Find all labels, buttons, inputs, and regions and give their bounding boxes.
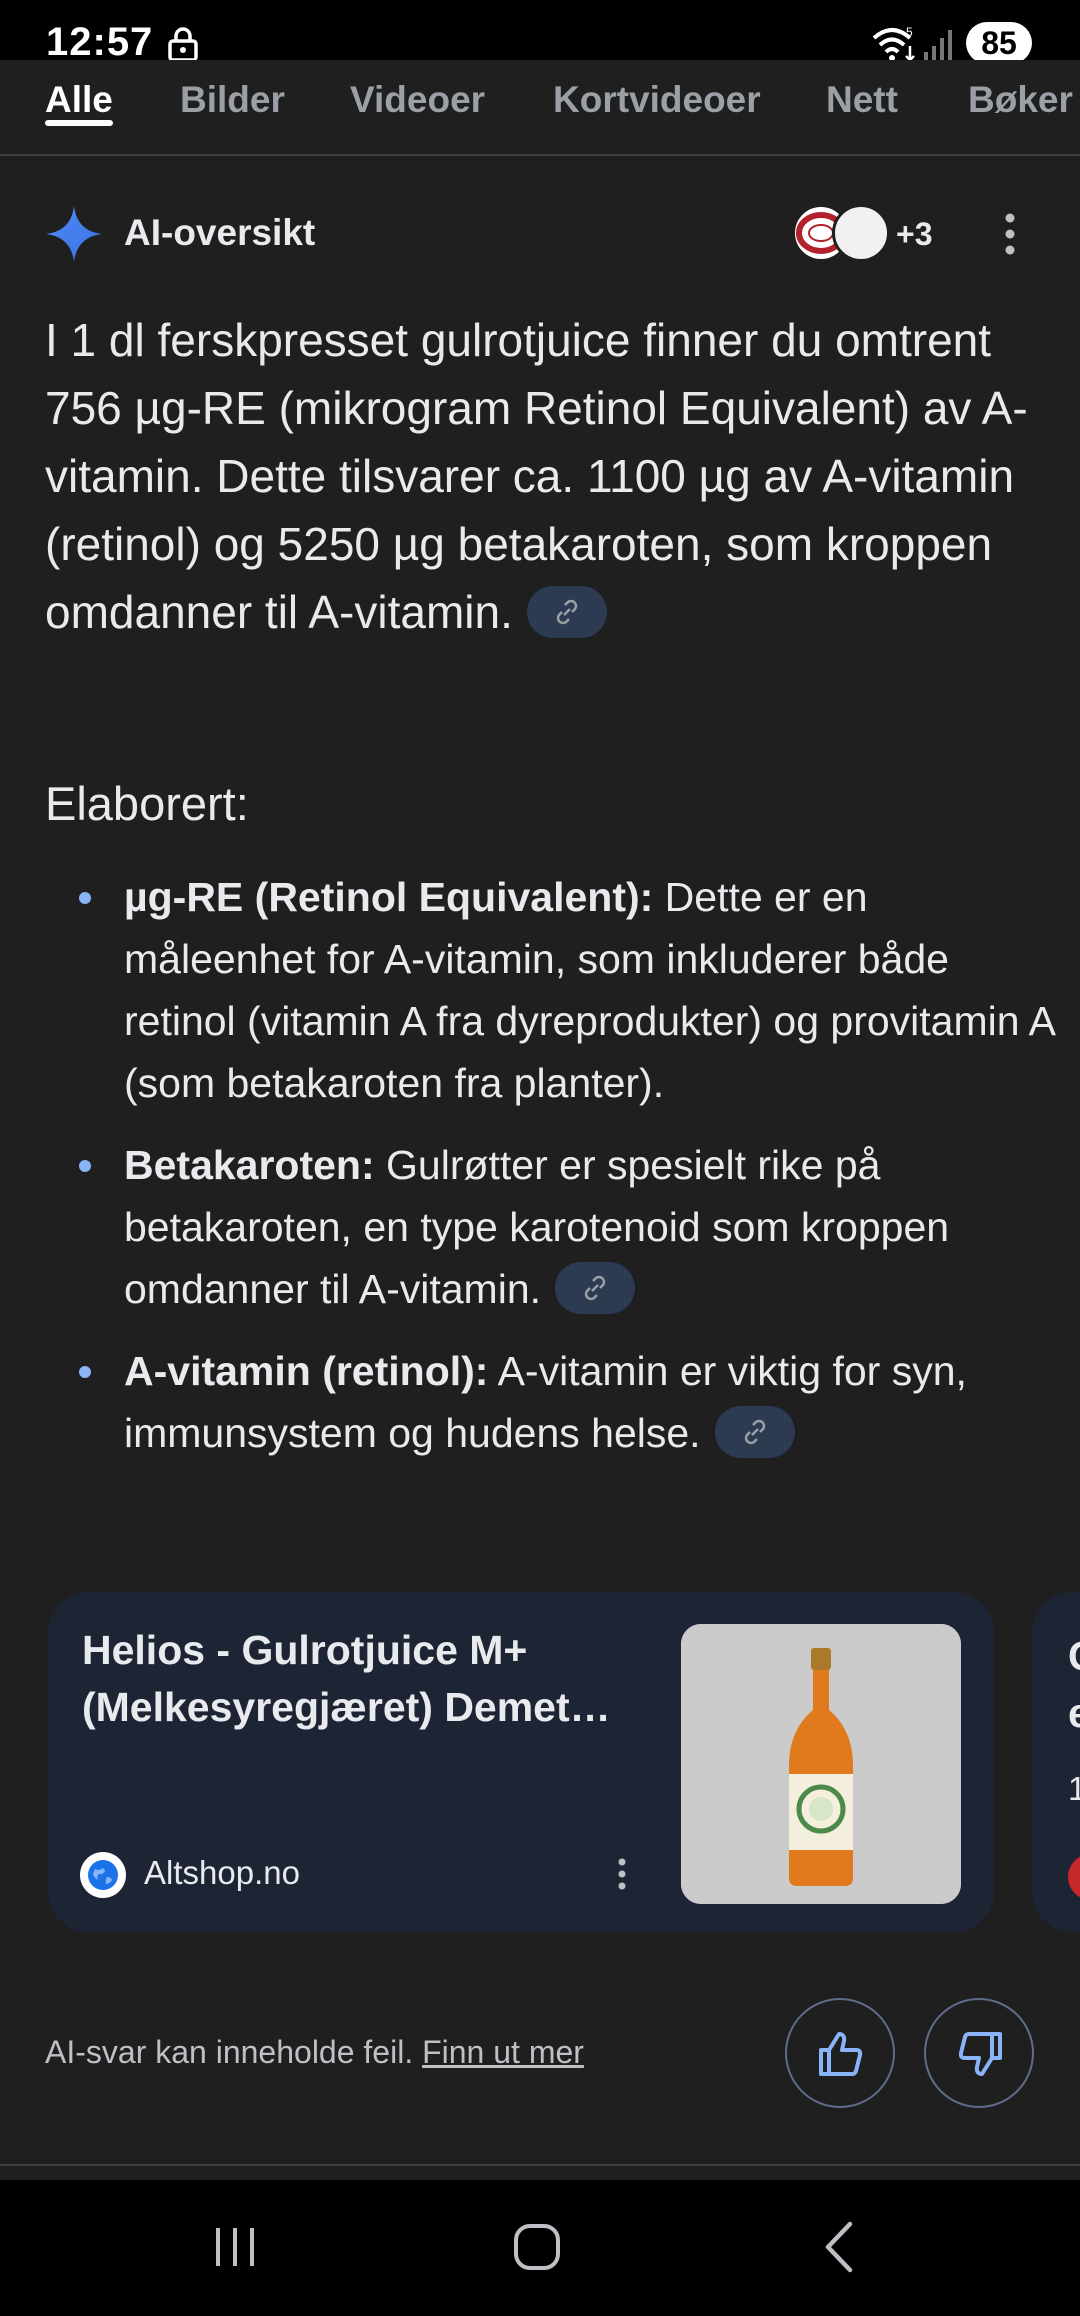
bullet-term: Betakaroten: — [124, 1142, 375, 1188]
signal-icon — [924, 30, 952, 60]
globe-icon — [80, 1852, 126, 1898]
more-options-icon[interactable] — [990, 208, 1030, 260]
battery-level: 85 — [966, 22, 1032, 64]
more-options-icon[interactable] — [610, 1854, 634, 1894]
elaboration-list: µg-RE (Retinol Equivalent): Dette er en … — [45, 866, 1055, 1484]
lock-icon — [168, 27, 198, 62]
link-icon — [744, 1419, 765, 1445]
bullet-term: µg-RE (Retinol Equivalent): — [124, 874, 654, 920]
bullet-dot — [79, 1366, 91, 1378]
next-card-title: C e — [1068, 1633, 1080, 1736]
bullet-term: A-vitamin (retinol): — [124, 1348, 489, 1394]
citation-link-chip[interactable] — [714, 1406, 795, 1459]
sparkle-icon — [46, 206, 102, 262]
source-avatar-2 — [832, 204, 890, 262]
tab-boker[interactable]: Bøker — [968, 64, 1073, 136]
product-image — [681, 1624, 961, 1904]
disclaimer-text: AI-svar kan inneholde feil. — [45, 2034, 423, 2070]
more-sources-count: +3 — [896, 216, 933, 252]
bullet-dot — [79, 1160, 91, 1172]
ai-overview-title: AI-oversikt — [124, 212, 316, 253]
thumbs-up-button[interactable] — [785, 1998, 895, 2108]
status-time: 12:57 — [46, 20, 154, 64]
tab-videoer[interactable]: Videoer — [350, 64, 485, 136]
list-item: A-vitamin (retinol): A-vitamin er viktig… — [45, 1340, 1055, 1464]
list-item: Betakaroten: Gulrøtter er spesielt rike … — [45, 1134, 1055, 1320]
source-card-site: Altshop.no — [144, 1854, 300, 1891]
wifi-badge: 5 — [906, 25, 913, 39]
learn-more-link[interactable]: Finn ut mer — [422, 2034, 584, 2070]
site-favicon-icon — [88, 1860, 118, 1890]
ai-overview-summary: I 1 dl ferskpresset gulrotjuice finner d… — [45, 306, 1045, 646]
thumbs-up-icon — [819, 2032, 863, 2076]
bullet-dot — [79, 892, 91, 904]
tab-kortvideoer[interactable]: Kortvideoer — [553, 64, 761, 136]
citation-link-chip[interactable] — [526, 585, 607, 638]
source-avatars[interactable]: +3 — [792, 204, 952, 264]
thumbs-down-button[interactable] — [924, 1998, 1034, 2108]
link-icon — [584, 1275, 606, 1301]
system-nav-bar — [0, 2180, 1080, 2316]
elaborated-heading: Elaborert: — [45, 777, 249, 830]
back-icon[interactable] — [820, 2220, 860, 2274]
juice-bottle-image — [681, 1624, 961, 1904]
next-card-text: 1 — [1068, 1770, 1080, 1807]
list-item: µg-RE (Retinol Equivalent): Dette er en … — [45, 866, 1055, 1114]
ai-overview-header: AI-oversikt +3 — [0, 196, 1080, 272]
ai-disclaimer: AI-svar kan inneholde feil. Finn ut mer — [45, 2034, 584, 2071]
home-icon[interactable] — [512, 2222, 562, 2272]
active-tab-indicator — [45, 120, 113, 126]
next-source-card[interactable]: C e 1 — [1032, 1592, 1080, 1932]
tab-nett[interactable]: Nett — [826, 64, 898, 136]
source-card[interactable]: Helios - Gulrotjuice M+ (Melkesyregjæret… — [48, 1592, 994, 1932]
divider — [0, 2164, 1080, 2166]
thumbs-down-icon — [958, 2032, 1002, 2076]
citation-link-chip[interactable] — [555, 1262, 636, 1315]
tab-bilder[interactable]: Bilder — [180, 64, 285, 136]
recents-icon[interactable] — [210, 2224, 260, 2270]
link-icon — [556, 599, 578, 625]
source-card-title: Helios - Gulrotjuice M+ (Melkesyregjæret… — [82, 1627, 611, 1730]
wifi-icon: 5 — [872, 25, 915, 62]
next-card-favicon-icon — [1068, 1854, 1080, 1900]
summary-text: I 1 dl ferskpresset gulrotjuice finner d… — [45, 314, 1028, 638]
search-tabs: Alle Bilder Videoer Kortvideoer Nett Bøk… — [0, 60, 1080, 156]
